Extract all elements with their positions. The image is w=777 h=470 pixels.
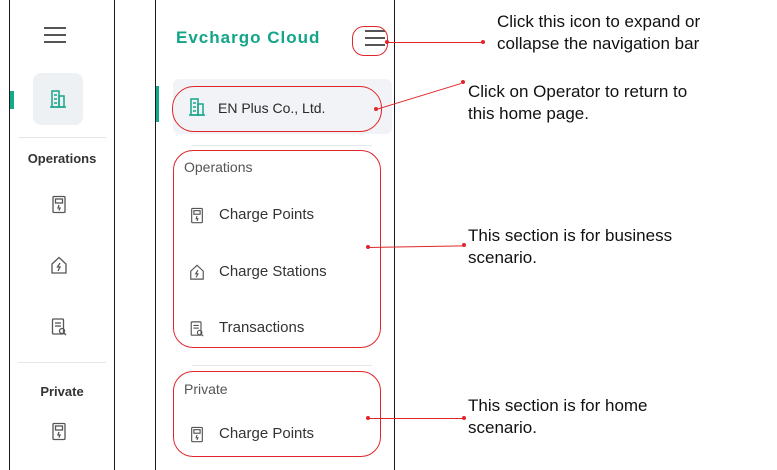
collapsed-sidebar: Operations Private xyxy=(9,0,115,470)
charge-point-icon[interactable] xyxy=(50,195,68,215)
annotation-dot xyxy=(462,416,466,420)
transactions-icon[interactable] xyxy=(50,317,68,337)
annotation-business-text: This section is for business scenario. xyxy=(468,226,673,267)
divider xyxy=(18,137,106,138)
annotation-home-text: This section is for home scenario. xyxy=(468,396,648,437)
active-indicator xyxy=(156,86,159,122)
annotation-dot xyxy=(462,243,466,247)
active-indicator xyxy=(10,91,14,109)
divider xyxy=(18,362,106,363)
annotation-dot xyxy=(385,40,389,44)
annotation-dot xyxy=(461,80,465,84)
divider xyxy=(192,145,372,146)
annotation-dot xyxy=(366,245,370,249)
annotation-highlight-operations xyxy=(173,150,381,348)
hamburger-menu-icon[interactable] xyxy=(44,27,66,43)
annotation-leader xyxy=(368,418,464,419)
annotation-dot xyxy=(366,416,370,420)
building-icon xyxy=(50,90,66,108)
annotation-dot xyxy=(481,40,485,44)
annotation-menu-text: Click this icon to expand or collapse th… xyxy=(497,12,701,53)
annotation-leader xyxy=(387,42,483,43)
annotation-highlight-menu xyxy=(352,26,388,56)
annotation-operator-text: Click on Operator to return to this home… xyxy=(468,82,688,123)
charge-point-icon[interactable] xyxy=(50,422,68,442)
divider xyxy=(192,365,372,366)
brand-logo: Evchargo Cloud xyxy=(176,28,321,47)
annotation-dot xyxy=(374,107,378,111)
charge-station-icon[interactable] xyxy=(50,255,68,275)
section-label-private: Private xyxy=(40,384,84,399)
annotation-highlight-operator xyxy=(172,86,382,132)
operator-home-button[interactable] xyxy=(33,73,83,125)
section-label-operations: Operations xyxy=(27,151,97,166)
annotation-highlight-private xyxy=(173,371,381,457)
